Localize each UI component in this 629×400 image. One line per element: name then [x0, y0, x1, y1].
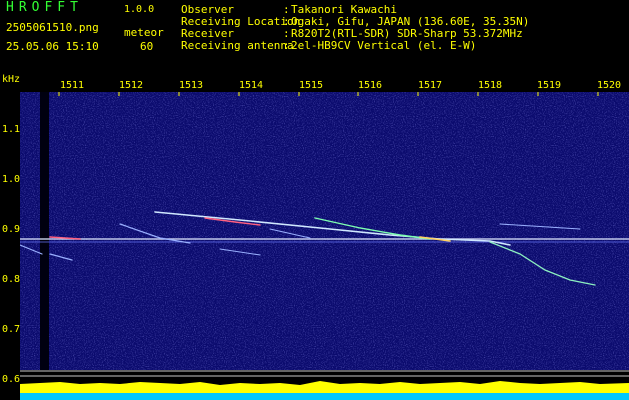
x-tick-1519: 1519	[537, 80, 562, 91]
y-tick-0.9: 0.9	[2, 224, 21, 235]
meteor-label: meteor	[124, 26, 164, 39]
y-axis-unit: kHz	[2, 74, 21, 85]
x-tick-1511: 1511	[60, 80, 85, 91]
antenna-colon: :	[283, 39, 290, 52]
y-tick-1.1: 1.1	[2, 124, 21, 135]
spectrogram-dark-band	[40, 92, 49, 370]
spectrogram-noise	[20, 92, 629, 370]
spectrogram	[20, 92, 629, 400]
hrofft-window: HROFFT 1.0.0 2505061510.png meteor 25.05…	[0, 0, 629, 400]
antenna-label: Receiving antenna	[181, 39, 294, 52]
x-tick-1518: 1518	[478, 80, 503, 91]
x-tick-1514: 1514	[239, 80, 264, 91]
app-version: 1.0.0	[124, 4, 155, 15]
y-tick-0.6: 0.6	[2, 374, 21, 385]
y-tick-1.0: 1.0	[2, 174, 21, 185]
level-bars	[20, 381, 629, 393]
x-tick-1520: 1520	[597, 80, 622, 91]
y-tick-0.8: 0.8	[2, 274, 21, 285]
x-tick-1517: 1517	[418, 80, 443, 91]
antenna-value: 2el-HB9CV Vertical (el. E-W)	[291, 39, 477, 52]
app-name: HROFFT	[6, 0, 83, 15]
x-tick-1515: 1515	[299, 80, 324, 91]
capture-datetime: 25.05.06 15:10	[6, 40, 99, 53]
x-tick-1516: 1516	[358, 80, 383, 91]
y-tick-0.7: 0.7	[2, 324, 21, 335]
level-baseline	[20, 393, 629, 400]
x-tick-1512: 1512	[119, 80, 144, 91]
meteor-count: 60	[140, 40, 154, 53]
x-tick-1513: 1513	[179, 80, 204, 91]
file-name: 2505061510.png	[6, 21, 99, 34]
